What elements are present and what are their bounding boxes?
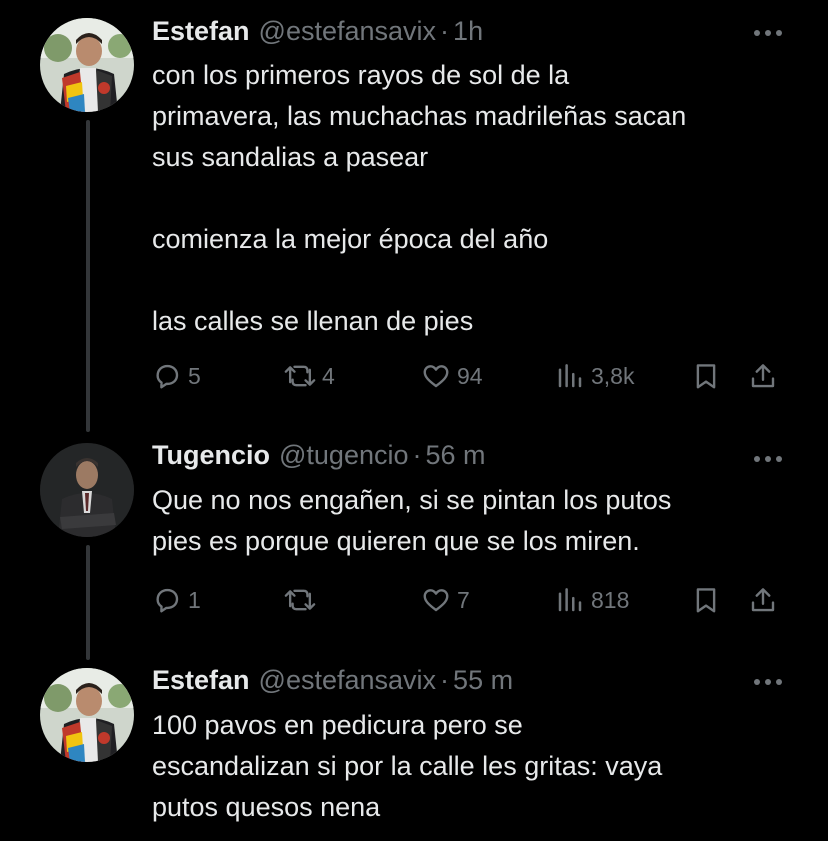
bookmark-button[interactable] <box>691 356 721 396</box>
tweet[interactable]: Estefan @estefansavix · 55 m 100 pavos e… <box>0 645 828 841</box>
tweet-text: Que no nos engañen, si se pintan los put… <box>152 485 672 556</box>
retweet-count: 4 <box>322 362 335 389</box>
share-button[interactable] <box>748 356 778 396</box>
more-options-button[interactable] <box>748 667 788 697</box>
timestamp[interactable]: 56 m <box>426 440 486 471</box>
separator-dot: · <box>412 440 422 470</box>
view-count: 3,8k <box>591 362 635 389</box>
action-bar: 1 7 818 <box>0 580 828 620</box>
like-count: 7 <box>457 586 470 613</box>
display-name[interactable]: Tugencio <box>152 440 270 471</box>
like-button[interactable]: 7 <box>421 580 470 620</box>
avatar[interactable] <box>40 18 134 112</box>
views-icon <box>558 588 582 612</box>
tweet-header: Estefan @estefansavix · 55 m <box>152 665 513 696</box>
reply-count: 1 <box>188 586 201 613</box>
retweet-icon <box>284 589 316 611</box>
user-handle[interactable]: @tugencio <box>279 440 409 471</box>
avatar[interactable] <box>40 443 134 537</box>
tweet-text: con los primeros rayos de sol de la prim… <box>152 60 687 336</box>
timestamp[interactable]: 55 m <box>453 665 513 696</box>
more-options-button[interactable] <box>748 444 788 474</box>
separator-dot: · <box>440 665 450 695</box>
reply-button[interactable]: 1 <box>152 580 201 620</box>
bookmark-icon <box>696 364 716 389</box>
share-icon <box>751 588 775 612</box>
bookmark-icon <box>696 588 716 613</box>
reply-icon <box>156 364 179 389</box>
reply-count: 5 <box>188 362 201 389</box>
tweet[interactable]: Tugencio @tugencio · 56 m Que no nos eng… <box>0 420 828 640</box>
tweet-header: Estefan @estefansavix · 1h <box>152 16 483 47</box>
views-icon <box>558 364 582 388</box>
avatar[interactable] <box>40 668 134 762</box>
more-options-button[interactable] <box>748 18 788 48</box>
tweet-header: Tugencio @tugencio · 56 m <box>152 440 486 471</box>
display-name[interactable]: Estefan <box>152 16 250 47</box>
view-count: 818 <box>591 586 630 613</box>
heart-icon <box>423 589 449 612</box>
share-button[interactable] <box>748 580 778 620</box>
views-button[interactable]: 818 <box>555 580 629 620</box>
retweet-icon <box>284 365 316 387</box>
separator-dot: · <box>440 16 450 46</box>
action-bar: 5 4 94 3,8k <box>0 356 828 396</box>
retweet-button[interactable] <box>284 580 322 620</box>
like-button[interactable]: 94 <box>421 356 483 396</box>
user-handle[interactable]: @estefansavix <box>259 665 437 696</box>
views-button[interactable]: 3,8k <box>555 356 634 396</box>
more-dots-icon <box>754 30 782 36</box>
share-icon <box>751 364 775 388</box>
user-handle[interactable]: @estefansavix <box>259 16 437 47</box>
like-count: 94 <box>457 362 483 389</box>
reply-button[interactable]: 5 <box>152 356 201 396</box>
display-name[interactable]: Estefan <box>152 665 250 696</box>
retweet-button[interactable]: 4 <box>284 356 335 396</box>
bookmark-button[interactable] <box>691 580 721 620</box>
timestamp[interactable]: 1h <box>453 16 483 47</box>
reply-icon <box>156 588 179 613</box>
more-dots-icon <box>754 679 782 685</box>
heart-icon <box>423 365 449 388</box>
tweet[interactable]: Estefan @estefansavix · 1h con los prime… <box>0 0 828 420</box>
more-dots-icon <box>754 456 782 462</box>
tweet-text: 100 pavos en pedicura pero se escandaliz… <box>152 710 663 822</box>
